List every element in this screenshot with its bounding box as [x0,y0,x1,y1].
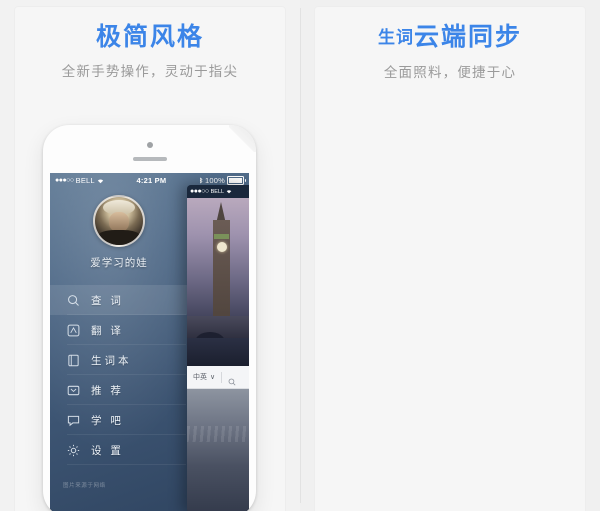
translate-icon [67,324,80,337]
search-icon[interactable] [228,373,236,386]
content-pane-peek[interactable]: ●●●○○ BELL 中英 ∨ [187,185,249,511]
earpiece-speaker [132,157,167,161]
language-label: 中英 [193,374,207,381]
menu-item-recommend[interactable]: 推 荐 [50,375,192,405]
username-label: 爱学习的娃 [90,257,148,269]
tower-band [214,234,229,239]
panel-backdrop-right [314,6,586,511]
language-selector[interactable]: 中英 ∨ [187,372,215,382]
phone-mockup-left: ●●●○○ BELL 4:21 PM 100% [43,125,256,511]
phone-screen-left: ●●●○○ BELL 4:21 PM 100% [50,173,249,511]
menu-item-lookup[interactable]: 查 词 [50,285,192,315]
heading-sub-right: 全面照料，便捷于心 [383,65,517,80]
front-camera-icon [146,142,153,148]
footnote-label: 图片来源于网络 [63,483,106,489]
heading-main-right: 生词云端同步 [300,22,600,53]
heading-text-right: 云端同步 [413,23,522,51]
search-bar[interactable]: 中英 ∨ [187,366,249,389]
heading-prefix-right: 生词 [377,28,414,47]
avatar[interactable] [93,195,145,247]
menu-item-label: 学 吧 [91,414,124,427]
drawer-profile[interactable]: 爱学习的娃 [50,195,188,270]
heading-main-left: 极简风格 [95,23,204,51]
secondary-photo [187,389,249,511]
promo-screenshot: 极简风格 全新手势操作，灵动于指尖 ●●●○○ BELL 4 [0,0,600,511]
chat-icon [67,414,80,427]
avatar-face [109,212,129,232]
panel-heading-left: 极简风格 全新手势操作，灵动于指尖 [0,22,300,80]
panel-heading-right: 生词云端同步 全面照料，便捷于心 [300,22,600,81]
wifi-icon [226,190,232,194]
heading-sub-left: 全新手势操作，灵动于指尖 [61,64,239,79]
battery-icon [227,176,246,185]
search-icon [67,294,80,307]
menu-item-label: 查 词 [91,294,124,307]
carrier-label: BELL [210,188,225,195]
menu-item-community[interactable]: 学 吧 [50,405,192,435]
signal-dots-icon: ●●●○○ [190,188,209,195]
menu-item-translate[interactable]: 翻 译 [50,315,192,345]
chevron-down-icon: ∨ [210,374,216,381]
menu-item-settings[interactable]: 设 置 [50,435,192,465]
avatar-body [98,230,140,245]
phone-corner-highlight [229,125,256,152]
menu-item-label: 设 置 [91,444,124,457]
promo-panel-right: 生词云端同步 全面照料，便捷于心 ●●●●● 中国移动 18:00 [300,0,600,511]
drawer-menu-list: 查 词 翻 译 生词本 推 荐 学 吧 设 置 [50,285,192,465]
river-water [187,338,249,366]
gear-icon [67,444,80,457]
menu-item-wordbook[interactable]: 生词本 [50,345,192,375]
drawer-menu-screen: ●●●○○ BELL 4:21 PM 100% [50,173,249,511]
notebook-icon [67,354,80,367]
menu-item-label: 翻 译 [91,324,124,337]
menu-item-label: 生词本 [91,354,132,367]
big-ben-photo [187,198,249,366]
clock-face [216,242,227,252]
inbox-icon [67,384,80,397]
promo-panel-left: 极简风格 全新手势操作，灵动于指尖 ●●●○○ BELL 4 [0,0,300,511]
divider [221,371,223,383]
menu-item-label: 推 荐 [91,384,124,397]
status-bar-peek: ●●●○○ BELL [187,185,249,198]
